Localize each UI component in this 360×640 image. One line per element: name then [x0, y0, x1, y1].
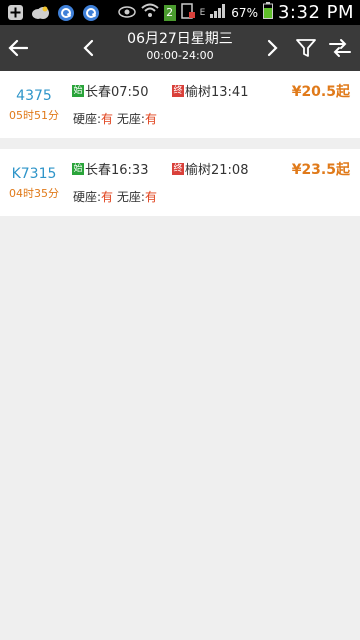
time-range: 00:00-24:00 — [146, 49, 214, 62]
app-bar: 06月27日星期三 00:00-24:00 — [0, 25, 360, 71]
end-badge: 终 — [172, 162, 184, 175]
seat-status: 有 — [144, 112, 157, 126]
next-day-button[interactable] — [259, 25, 287, 71]
swap-icon — [329, 39, 351, 57]
train-number: 4375 — [16, 88, 52, 104]
arrival: 终 榆树13:41 — [172, 81, 248, 100]
seat-type-label: 无座: — [116, 190, 145, 204]
system-icons: 2 E 67% 3:32 PM — [117, 0, 354, 25]
start-badge: 始 — [72, 84, 84, 97]
arrival: 终 榆树21:08 — [172, 159, 248, 178]
arrow-left-icon — [8, 39, 28, 57]
chevron-right-icon — [267, 39, 278, 57]
travel-duration: 04时35分 — [9, 187, 59, 200]
seat-status: 有 — [101, 190, 114, 204]
prev-day-button[interactable] — [74, 25, 102, 71]
back-button[interactable] — [4, 25, 32, 71]
seat-type-label: 硬座: — [73, 112, 102, 126]
train-number: K7315 — [11, 166, 57, 182]
arrival-station-time: 榆树13:41 — [185, 85, 249, 100]
eye-icon — [117, 3, 136, 22]
departure: 始 长春07:50 — [72, 81, 148, 100]
sd-card-icon — [180, 2, 195, 23]
filter-button[interactable] — [292, 25, 320, 71]
seat-status: 有 — [101, 112, 114, 126]
status-bar: 2 E 67% 3:32 PM — [0, 0, 360, 25]
arrival-station-time: 榆树21:08 — [185, 163, 249, 178]
seat-availability: 硬座:有 无座:有 — [73, 188, 157, 205]
seat-status: 有 — [144, 190, 157, 204]
battery-percent: 67% — [231, 5, 258, 20]
app-q-icon — [56, 3, 75, 22]
departure: 始 长春16:33 — [72, 159, 148, 178]
seat-availability: 硬座:有 无座:有 — [73, 110, 157, 127]
battery-icon — [262, 2, 273, 23]
seat-type-label: 硬座: — [73, 190, 102, 204]
train-row[interactable]: 4375 05时51分 始 长春07:50 终 榆树13:41 ¥20.5起 硬… — [0, 71, 360, 138]
notification-icons — [6, 3, 100, 22]
sim-icon: 2 — [163, 4, 176, 21]
filter-icon — [296, 39, 316, 57]
start-badge: 始 — [72, 162, 84, 175]
seat-type-label: 无座: — [116, 112, 145, 126]
app-q-icon-2 — [81, 3, 100, 22]
selected-date: 06月27日星期三 — [127, 31, 233, 47]
price: ¥20.5起 — [291, 84, 350, 100]
travel-duration: 05时51分 — [9, 109, 59, 122]
signal-icon — [210, 3, 226, 22]
departure-station-time: 长春07:50 — [85, 85, 149, 100]
price: ¥23.5起 — [291, 162, 350, 178]
cloud-icon — [31, 3, 50, 22]
chevron-left-icon — [83, 39, 94, 57]
train-row[interactable]: K7315 04时35分 始 长春16:33 终 榆树21:08 ¥23.5起 … — [0, 149, 360, 216]
end-badge: 终 — [172, 84, 184, 97]
departure-station-time: 长春16:33 — [85, 163, 149, 178]
wifi-icon — [140, 3, 159, 22]
date-selector[interactable]: 06月27日星期三 00:00-24:00 — [110, 30, 250, 64]
clock: 3:32 PM — [277, 2, 354, 23]
add-notification-icon — [6, 3, 25, 22]
swap-stations-button[interactable] — [326, 25, 354, 71]
data-e-icon: E — [199, 7, 206, 18]
